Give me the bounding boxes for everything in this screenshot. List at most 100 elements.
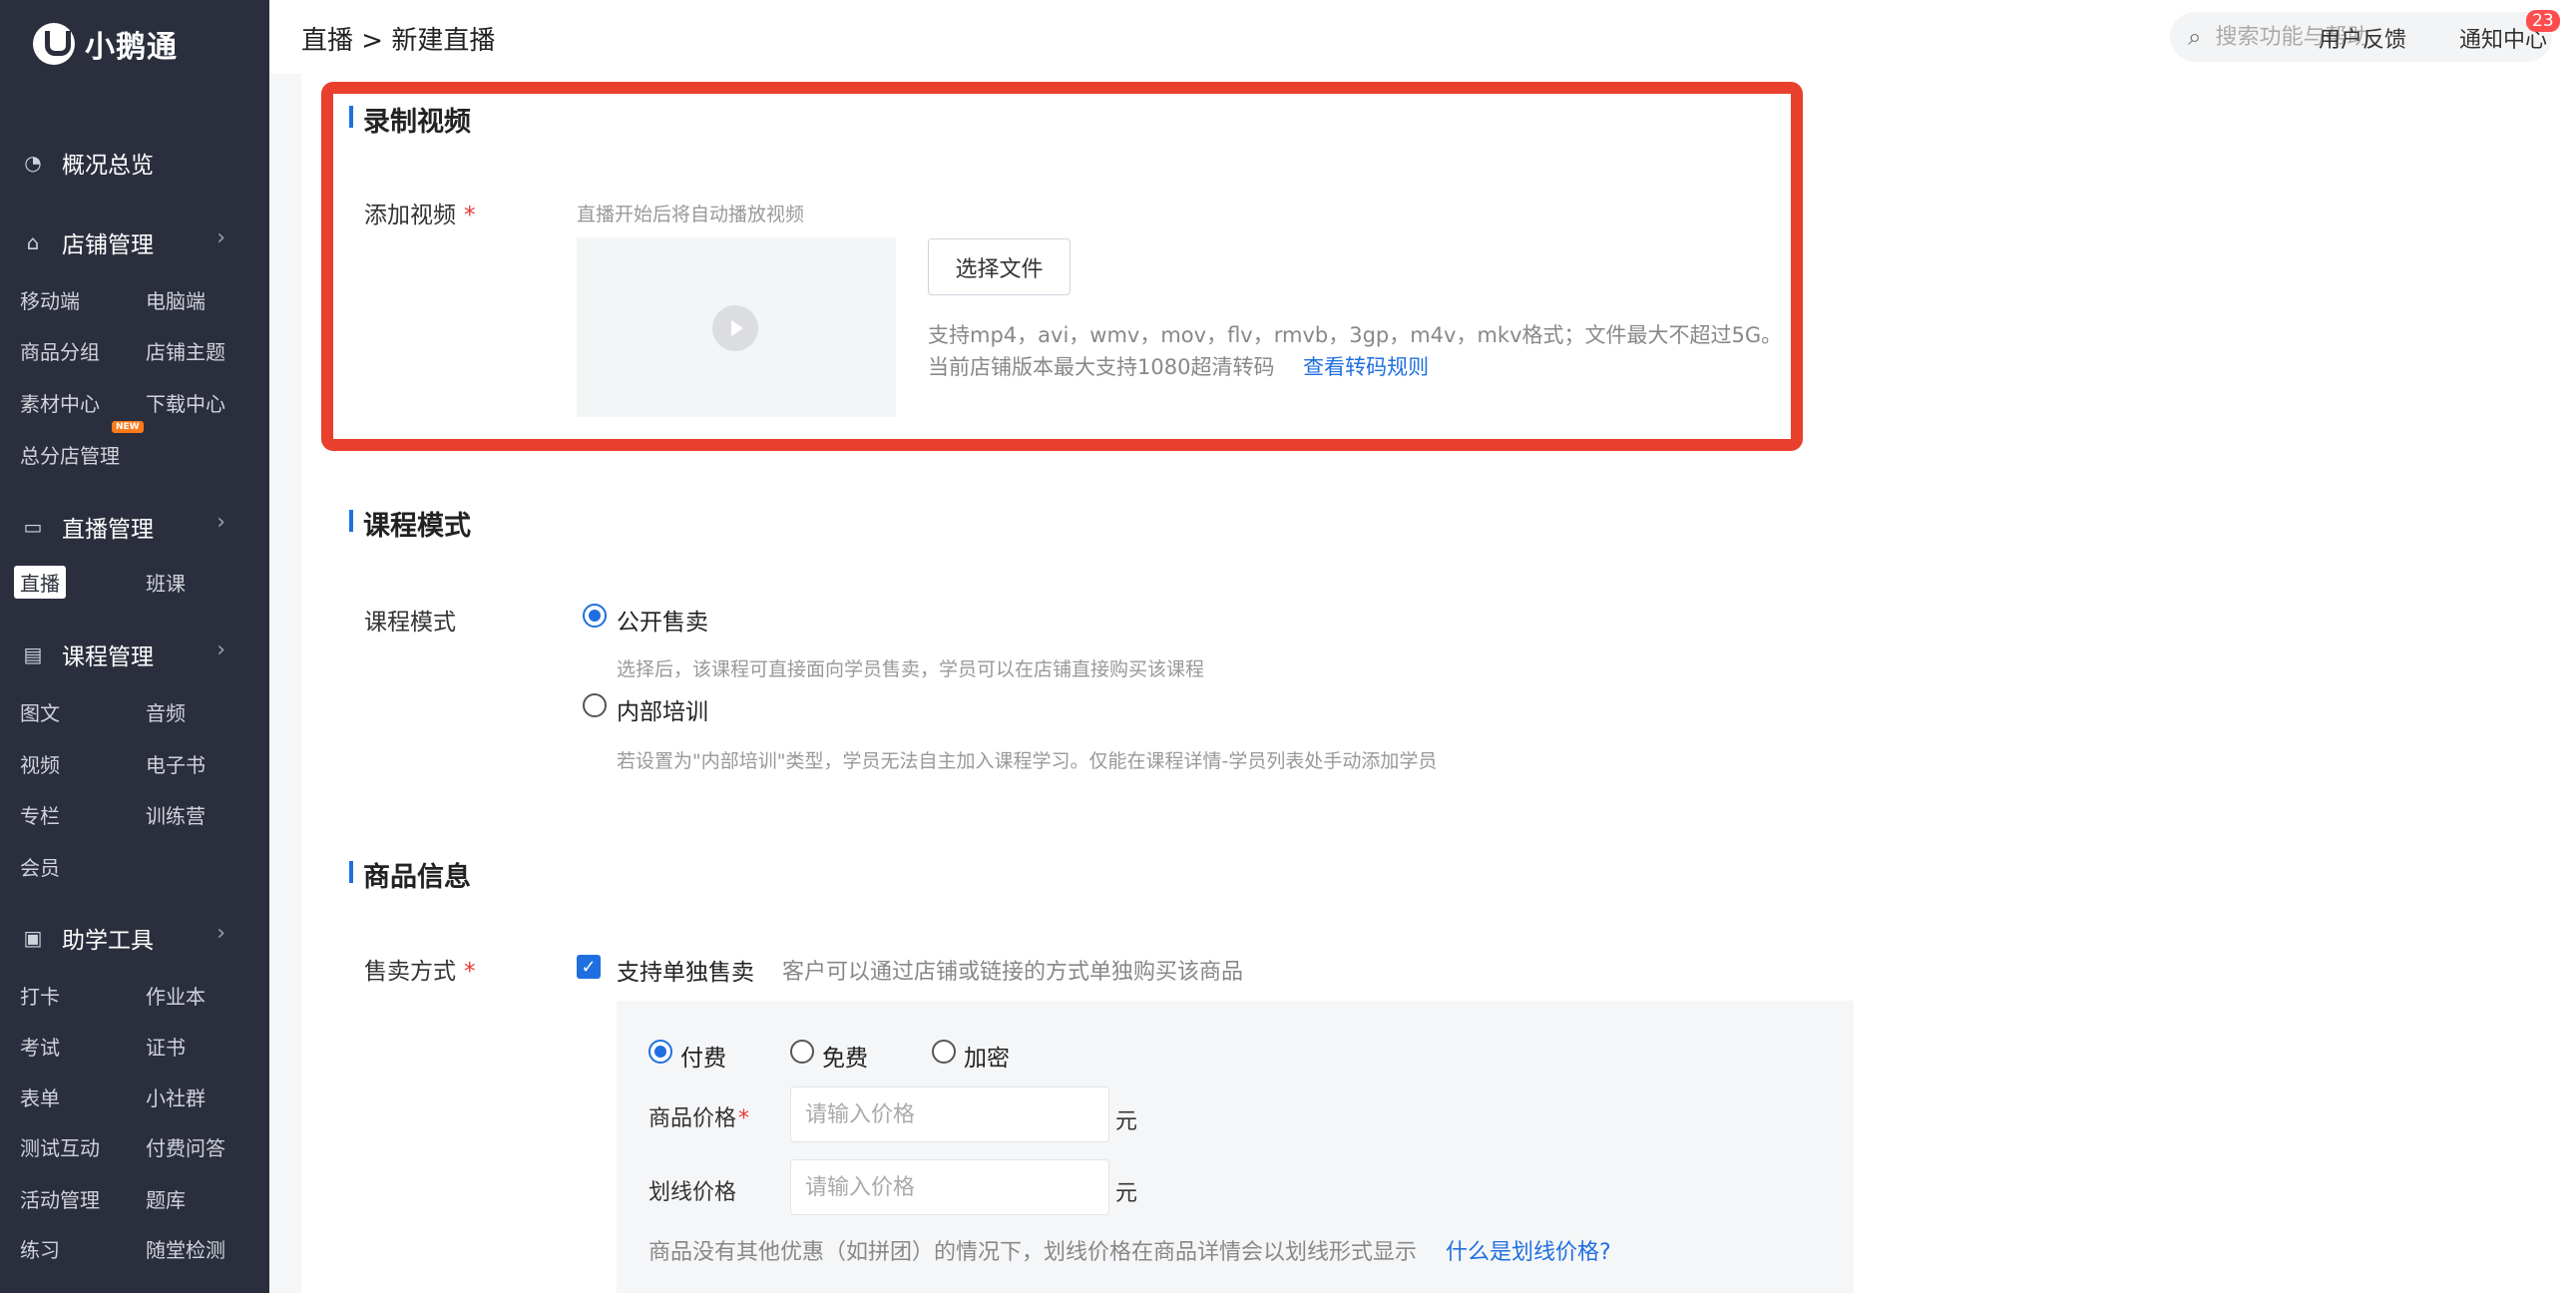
breadcrumb: 直播 > 新建直播 (301, 26, 496, 56)
nav-tools-label: 助学工具 (62, 928, 154, 954)
sidebar-item-material[interactable]: 素材中心 (20, 388, 100, 417)
video-preview[interactable] (577, 237, 896, 417)
sidebar-item-live[interactable]: 直播 (14, 566, 66, 599)
option-internal-training-label[interactable]: 内部培训 (617, 692, 708, 726)
sidebar-item-practice[interactable]: 练习 (20, 1234, 60, 1263)
radio-paid[interactable] (648, 1040, 672, 1064)
sidebar-item-goods-group[interactable]: 商品分组 (20, 336, 100, 365)
strike-price-input[interactable] (790, 1159, 1109, 1215)
sidebar-item-activity[interactable]: 活动管理 (20, 1184, 100, 1213)
required-mark: * (464, 959, 476, 985)
nav-tools[interactable]: ▣ 助学工具 (20, 921, 154, 955)
logo[interactable]: 小鹅通 (33, 22, 178, 66)
sidebar-item-exam[interactable]: 考试 (20, 1032, 60, 1061)
option-public-sale-label[interactable]: 公开售卖 (617, 603, 708, 637)
pie-chart-icon: ◔ (24, 151, 42, 175)
chevron-right-icon: › (216, 510, 225, 535)
new-badge: NEW (112, 421, 144, 433)
radio-public-sale[interactable] (583, 604, 607, 628)
single-sale-label[interactable]: 支持单独售卖 (617, 953, 754, 987)
price-type-paid[interactable]: 付费 (680, 1039, 726, 1073)
sidebar-item-form[interactable]: 表单 (20, 1082, 60, 1111)
add-video-label: 添加视频 * (364, 196, 476, 229)
choose-file-button[interactable]: 选择文件 (928, 238, 1071, 295)
chevron-right-icon: › (216, 638, 225, 662)
strike-price-unit: 元 (1115, 1181, 1138, 1206)
sidebar-item-mobile[interactable]: 移动端 (20, 285, 80, 314)
sidebar-item-store-theme[interactable]: 店铺主题 (146, 336, 225, 365)
sidebar-item-download[interactable]: 下载中心 (146, 388, 225, 417)
section-title-course-mode: 课程模式 (349, 504, 471, 543)
sidebar-item-ebook[interactable]: 电子书 (146, 749, 206, 778)
sale-method-label: 售卖方式 * (364, 952, 476, 986)
store-icon: ⌂ (26, 230, 40, 254)
nav-course-label: 课程管理 (62, 645, 154, 670)
sidebar-item-branch[interactable]: 总分店管理 (20, 440, 120, 469)
search-icon: ⌕ (2188, 23, 2202, 51)
sidebar-item-checkin[interactable]: 打卡 (20, 981, 60, 1010)
price-label: 商品价格* (648, 1100, 749, 1132)
option-internal-training-desc: 若设置为"内部培训"类型，学员无法自主加入课程学习。仅能在课程详情-学员列表处手… (617, 750, 1438, 772)
course-mode-label: 课程模式 (364, 610, 456, 636)
logo-text: 小鹅通 (85, 30, 178, 65)
nav-live[interactable]: ▭ 直播管理 (20, 510, 154, 544)
section-title-goods: 商品信息 (349, 855, 471, 894)
price-unit: 元 (1115, 1109, 1138, 1134)
add-video-label-text: 添加视频 (364, 203, 456, 228)
strike-price-label: 划线价格 (648, 1180, 737, 1205)
sidebar-item-camp[interactable]: 训练营 (146, 800, 206, 829)
chevron-right-icon: › (216, 225, 225, 250)
price-type-encrypted[interactable]: 加密 (964, 1039, 1010, 1073)
price-label-text: 商品价格 (648, 1106, 737, 1131)
sidebar-item-pc[interactable]: 电脑端 (146, 285, 206, 314)
nav-overview[interactable]: ◔ 概况总览 (20, 146, 154, 180)
sidebar-item-certificate[interactable]: 证书 (146, 1032, 186, 1061)
radio-encrypted[interactable] (932, 1040, 956, 1064)
logo-icon (33, 23, 75, 65)
radio-free[interactable] (790, 1040, 814, 1064)
notification-count-badge: 23 (2526, 10, 2560, 32)
sidebar-item-question-bank[interactable]: 题库 (146, 1184, 186, 1213)
single-sale-desc: 客户可以通过店铺或链接的方式单独购买该商品 (782, 960, 1244, 985)
strike-note: 商品没有其他优惠（如拼团）的情况下，划线价格在商品详情会以划线形式显示 (648, 1240, 1418, 1265)
sidebar-item-article[interactable]: 图文 (20, 697, 60, 726)
feedback-link[interactable]: 用户反馈 (2319, 22, 2406, 54)
chevron-right-icon: › (216, 921, 225, 946)
sidebar-item-class[interactable]: 班课 (146, 568, 186, 597)
nav-store-label: 店铺管理 (62, 232, 154, 258)
sale-method-label-text: 售卖方式 (364, 959, 456, 985)
price-type-free[interactable]: 免费 (822, 1039, 868, 1073)
transcode-note: 当前店铺版本最大支持1080超清转码 (928, 355, 1275, 379)
single-sale-checkbox[interactable]: ✓ (577, 955, 601, 979)
transcode-rules-link[interactable]: 查看转码规则 (1303, 355, 1429, 379)
sidebar-item-column[interactable]: 专栏 (20, 800, 60, 829)
strike-price-help-link[interactable]: 什么是划线价格? (1446, 1240, 1611, 1265)
nav-live-label: 直播管理 (62, 517, 154, 543)
sidebar-item-audio[interactable]: 音频 (146, 697, 186, 726)
radio-internal-training[interactable] (583, 693, 607, 717)
top-header: 直播 > 新建直播 ⌕ 用户反馈 通知中心 23 (269, 0, 2576, 74)
option-public-sale-desc: 选择后，该课程可直接面向学员售卖，学员可以在店铺直接购买该课程 (617, 658, 1205, 680)
sidebar-item-class-test[interactable]: 随堂检测 (146, 1234, 225, 1263)
sidebar-item-video[interactable]: 视频 (20, 749, 60, 778)
nav-course[interactable]: ▤ 课程管理 (20, 638, 154, 671)
sidebar-item-community[interactable]: 小社群 (146, 1082, 206, 1111)
required-mark: * (738, 1106, 750, 1131)
required-mark: * (464, 203, 476, 228)
nav-overview-label: 概况总览 (62, 153, 154, 179)
book-icon: ▤ (23, 643, 43, 666)
sidebar: 小鹅通 ◔ 概况总览 ⌂ 店铺管理 › 移动端 电脑端 商品分组 店铺主题 素材… (0, 0, 269, 1293)
play-icon (712, 305, 758, 351)
sidebar-item-quiz[interactable]: 测试互动 (20, 1132, 100, 1161)
sidebar-item-member[interactable]: 会员 (20, 852, 60, 881)
sidebar-item-homework[interactable]: 作业本 (146, 981, 206, 1010)
price-input[interactable] (790, 1086, 1109, 1142)
briefcase-icon: ▣ (23, 926, 43, 950)
video-camera-icon: ▭ (23, 515, 43, 539)
format-note: 支持mp4，avi，wmv，mov，flv，rmvb，3gp，m4v，mkv格式… (928, 323, 1783, 347)
nav-store[interactable]: ⌂ 店铺管理 (20, 225, 154, 259)
transcode-note-row: 当前店铺版本最大支持1080超清转码 查看转码规则 (928, 351, 1429, 381)
sidebar-item-paid-qa[interactable]: 付费问答 (146, 1132, 225, 1161)
section-title-record: 录制视频 (349, 100, 471, 139)
add-video-hint: 直播开始后将自动播放视频 (577, 204, 805, 225)
